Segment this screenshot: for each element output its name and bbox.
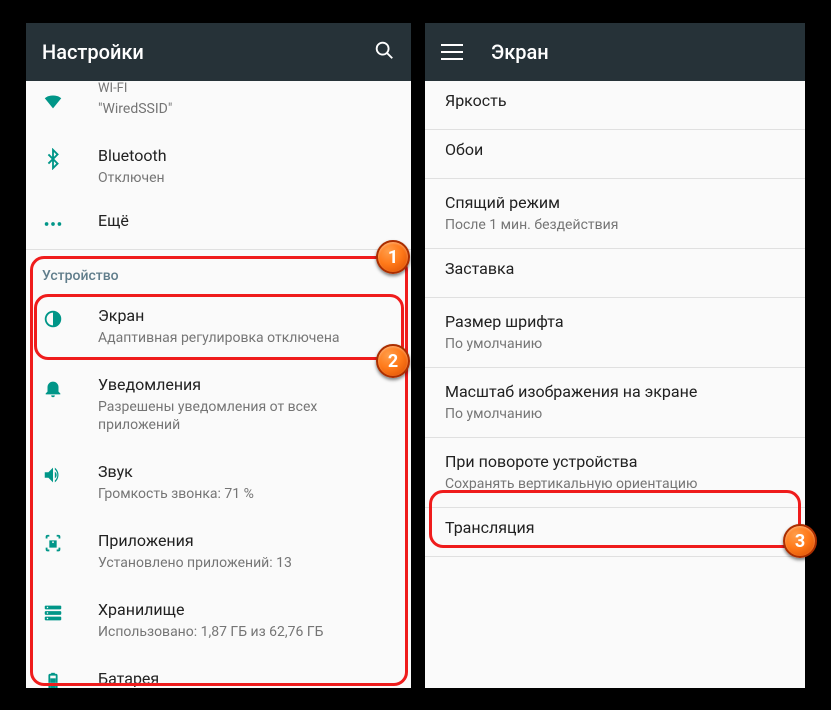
row-sound[interactable]: Звук Громкость звонка: 71 % bbox=[26, 448, 411, 517]
divider bbox=[425, 556, 805, 557]
storage-icon bbox=[42, 600, 98, 624]
row-notifications[interactable]: Уведомления Разрешены уведомления от все… bbox=[26, 361, 411, 448]
cast-title: Трансляция bbox=[445, 518, 789, 539]
speaker-icon bbox=[42, 462, 98, 486]
wifi-title: WI-FI bbox=[98, 81, 395, 98]
rotation-title: При повороте устройства bbox=[445, 452, 789, 473]
appbar-settings: Настройки bbox=[26, 23, 411, 81]
bluetooth-subtitle: Отключен bbox=[98, 169, 395, 187]
hamburger-icon[interactable] bbox=[441, 41, 463, 63]
rotation-subtitle: Сохранять вертикальную ориентацию bbox=[445, 475, 789, 493]
bluetooth-icon bbox=[42, 146, 98, 170]
display-title: Экран bbox=[98, 306, 395, 327]
row-wifi[interactable]: WI-FI "WiredSSID" bbox=[26, 81, 411, 132]
display-icon bbox=[42, 306, 98, 330]
row-displaysize[interactable]: Масштаб изображения на экране По умолчан… bbox=[425, 368, 805, 437]
row-apps[interactable]: Приложения Установлено приложений: 13 bbox=[26, 517, 411, 586]
apps-icon bbox=[42, 531, 98, 555]
bluetooth-title: Bluetooth bbox=[98, 146, 395, 167]
row-sleep[interactable]: Спящий режим После 1 мин. бездействия bbox=[425, 179, 805, 248]
row-cast[interactable]: Трансляция bbox=[425, 508, 805, 556]
fontsize-title: Размер шрифта bbox=[445, 312, 789, 333]
apps-subtitle: Установлено приложений: 13 bbox=[98, 554, 395, 572]
bell-icon bbox=[42, 375, 98, 399]
notifications-title: Уведомления bbox=[98, 375, 395, 396]
display-subtitle: Адаптивная регулировка отключена bbox=[98, 329, 395, 347]
row-storage[interactable]: Хранилище Использовано: 1,87 ГБ из 62,76… bbox=[26, 586, 411, 655]
display-list: Яркость Обои Спящий режим После 1 мин. б… bbox=[425, 81, 805, 557]
row-fontsize[interactable]: Размер шрифта По умолчанию bbox=[425, 298, 805, 367]
brightness-title: Яркость bbox=[445, 91, 789, 112]
displaysize-subtitle: По умолчанию bbox=[445, 405, 789, 423]
sleep-subtitle: После 1 мин. бездействия bbox=[445, 216, 789, 234]
row-more[interactable]: Ещё bbox=[26, 201, 411, 249]
row-display[interactable]: Экран Адаптивная регулировка отключена bbox=[26, 292, 411, 361]
row-brightness[interactable]: Яркость bbox=[425, 81, 805, 129]
phone-right: Экран Яркость Обои Спящий режим После 1 … bbox=[425, 23, 805, 688]
notifications-subtitle: Разрешены уведомления от всех приложений bbox=[98, 398, 395, 434]
row-screensaver[interactable]: Заставка bbox=[425, 249, 805, 297]
sound-title: Звук bbox=[98, 462, 395, 483]
appbar-display: Экран bbox=[425, 23, 805, 81]
battery-title: Батарея bbox=[98, 669, 395, 688]
more-icon bbox=[42, 211, 98, 235]
more-title: Ещё bbox=[98, 211, 395, 232]
row-bluetooth[interactable]: Bluetooth Отключен bbox=[26, 132, 411, 201]
sound-subtitle: Громкость звонка: 71 % bbox=[98, 485, 395, 503]
search-icon[interactable] bbox=[373, 39, 395, 65]
phone-left: Настройки WI-FI "WiredSSID" Bluetooth От… bbox=[26, 23, 411, 688]
wifi-subtitle: "WiredSSID" bbox=[98, 100, 395, 118]
apps-title: Приложения bbox=[98, 531, 395, 552]
section-device: Устройство bbox=[26, 250, 411, 292]
row-rotation[interactable]: При повороте устройства Сохранять вертик… bbox=[425, 438, 805, 507]
storage-title: Хранилище bbox=[98, 600, 395, 621]
settings-list: WI-FI "WiredSSID" Bluetooth Отключен Ещё… bbox=[26, 81, 411, 688]
sleep-title: Спящий режим bbox=[445, 193, 789, 214]
battery-icon bbox=[42, 669, 98, 688]
fontsize-subtitle: По умолчанию bbox=[445, 335, 789, 353]
wifi-icon bbox=[42, 88, 98, 112]
screensaver-title: Заставка bbox=[445, 259, 789, 280]
row-wallpaper[interactable]: Обои bbox=[425, 130, 805, 178]
appbar-title-right: Экран bbox=[491, 40, 789, 64]
storage-subtitle: Использовано: 1,87 ГБ из 62,76 ГБ bbox=[98, 623, 395, 641]
appbar-title: Настройки bbox=[42, 40, 373, 64]
row-battery[interactable]: Батарея 90 % – Батарея заряжена bbox=[26, 655, 411, 688]
wallpaper-title: Обои bbox=[445, 140, 789, 161]
displaysize-title: Масштаб изображения на экране bbox=[445, 382, 789, 403]
